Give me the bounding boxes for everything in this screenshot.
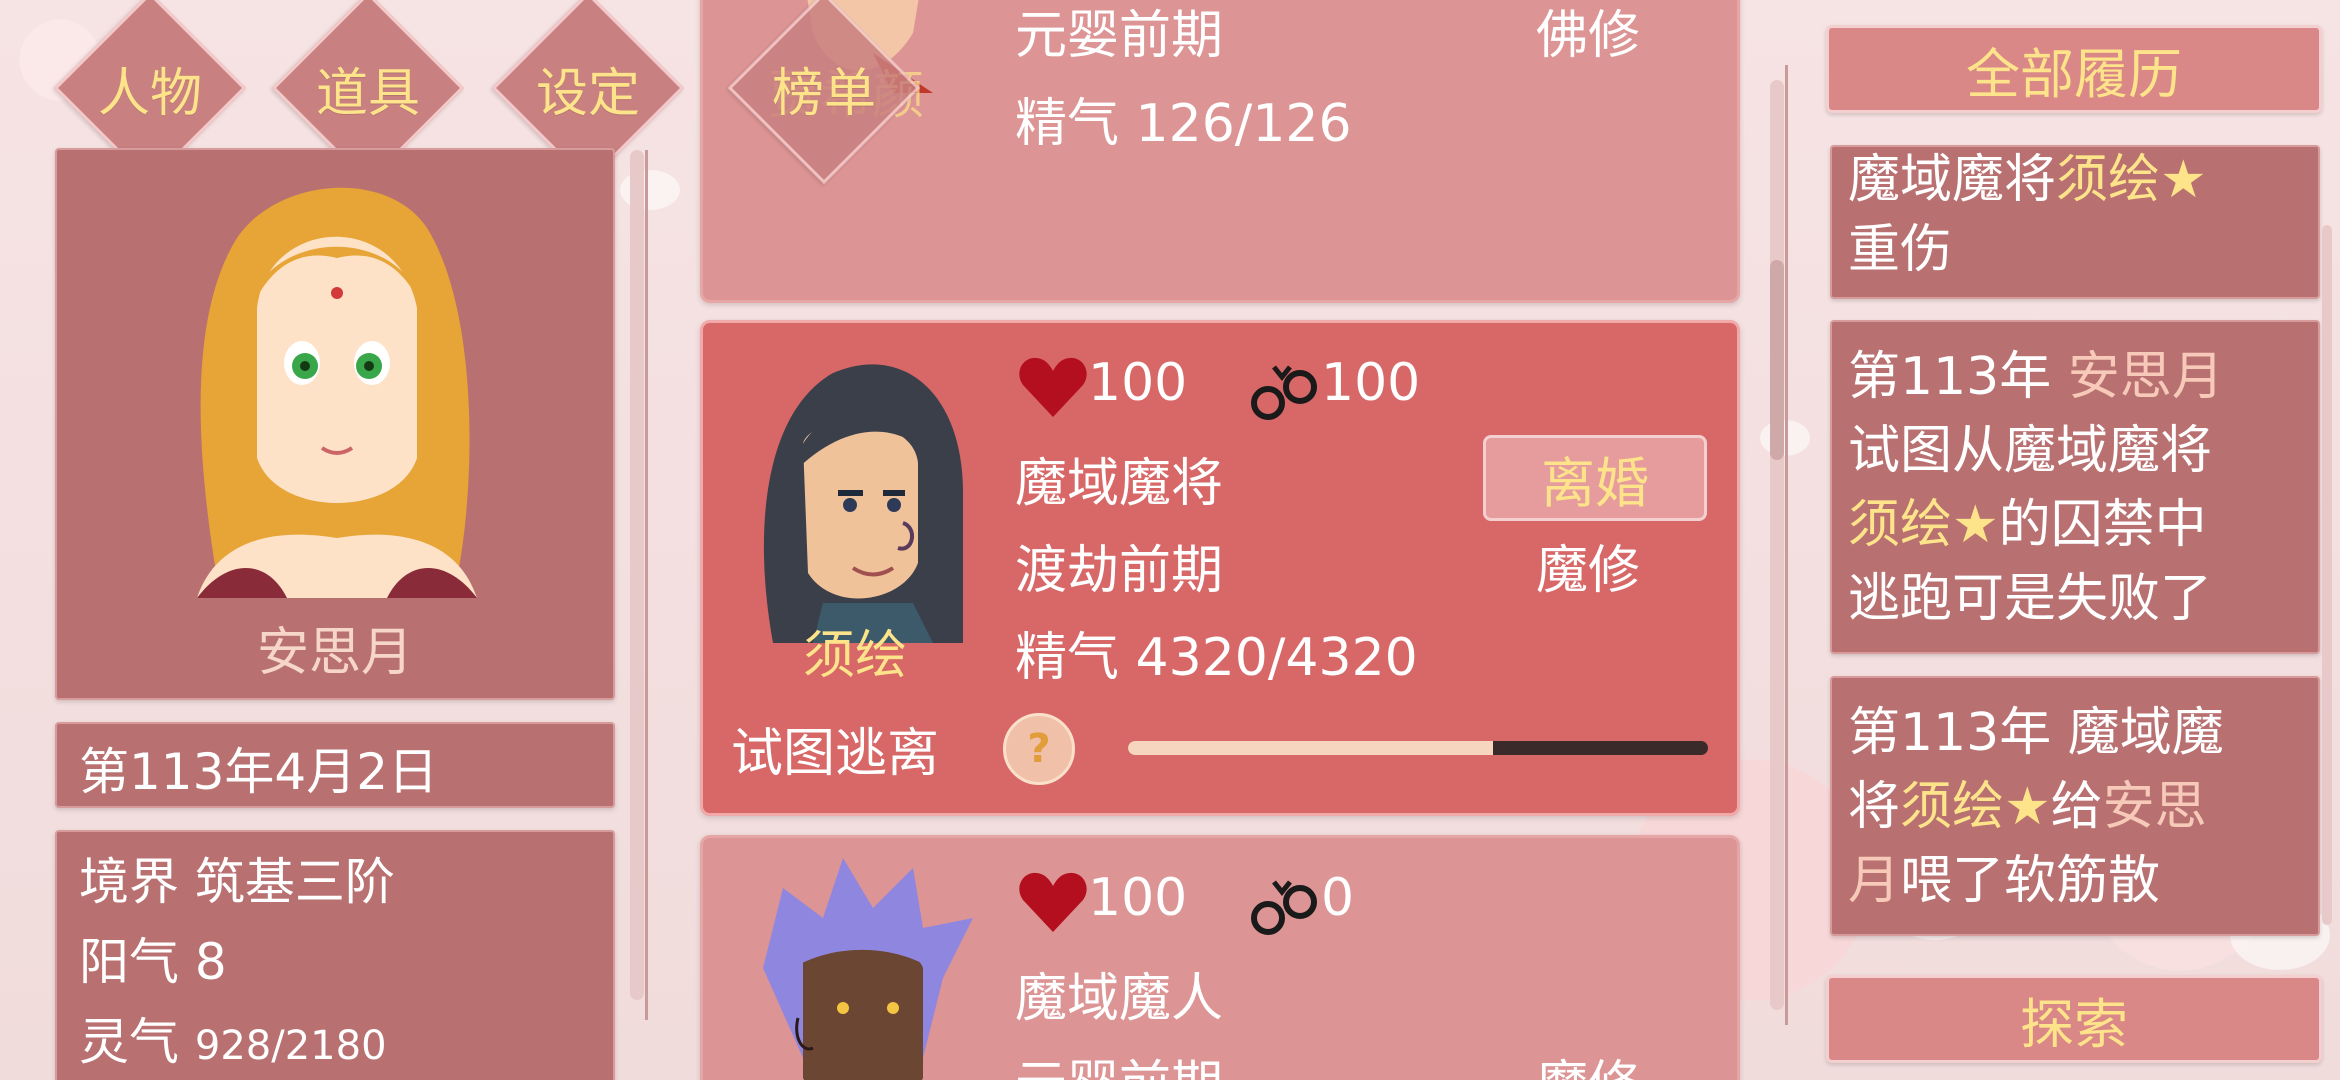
help-button[interactable]: ?: [1003, 713, 1075, 785]
companion-cult: 魔修: [1536, 1043, 1640, 1080]
spouse-cult: 佛修: [1536, 6, 1641, 66]
scroll-guide: [1785, 65, 1788, 1025]
companion-portrait: [763, 858, 973, 1080]
petal-decoration: [620, 170, 680, 210]
history-text: 给: [2050, 777, 2103, 837]
ling-value: 928/2180: [194, 1023, 387, 1069]
spouse-essence: 精气 126/126: [1015, 81, 1352, 156]
yang-label: 阳气: [79, 933, 179, 991]
history-line: 月喂了软筋散: [1848, 838, 2160, 913]
history-line: 试图从魔域魔将: [1848, 421, 2213, 481]
escape-progress-fill: [1128, 741, 1494, 755]
history-highlight: 安思月: [2067, 347, 2224, 407]
history-text: 将: [1848, 777, 1901, 837]
player-stats-panel: 境界 筑基三阶 阳气 8 灵气 928/2180: [55, 830, 615, 1080]
left-scrollbar[interactable]: [630, 150, 644, 1000]
essence-label: 精气: [1015, 628, 1120, 688]
history-highlight: 须绘★: [1900, 777, 2051, 837]
handcuffs-icon: [1251, 880, 1317, 935]
current-date: 第113年4月2日: [79, 743, 439, 801]
all-history-button[interactable]: 全部履历: [1826, 25, 2322, 113]
player-portrait: [197, 187, 477, 598]
menu-label: 设定: [535, 63, 640, 124]
captor-essence: 精气 4320/4320: [1015, 615, 1418, 690]
history-line: 第113年 魔域魔: [1848, 703, 2224, 763]
escape-action-label: 试图逃离: [731, 724, 940, 784]
menu-settings-button[interactable]: 设定: [491, 0, 685, 185]
affection-value: 100: [1088, 868, 1188, 928]
captor-realm: 渡劫前期: [1015, 541, 1224, 601]
heart-icon: [1019, 357, 1087, 417]
essence-label: 精气: [1015, 94, 1120, 154]
menu-label: 道具: [315, 63, 420, 124]
history-highlight: 须绘★: [1848, 495, 1999, 555]
captor-portrait: [763, 364, 963, 643]
captor-card[interactable]: 须绘 100 100 魔域魔将 离婚 渡劫前期 魔修 精气 4320/4320 …: [700, 320, 1740, 816]
captor-cult: 魔修: [1536, 541, 1641, 601]
history-line: 重伤: [1848, 220, 1953, 280]
essence-value: 4320/4320: [1135, 628, 1418, 688]
history-highlight: 须绘★: [2056, 150, 2207, 210]
realm-value: 筑基三阶: [194, 853, 395, 911]
yang-stat: 阳气 8: [79, 922, 227, 994]
middle-scrollbar-thumb[interactable]: [1770, 260, 1784, 460]
essence-value: 126/126: [1135, 94, 1352, 154]
bondage-value: 100: [1321, 353, 1421, 413]
heart-icon: [1019, 872, 1087, 932]
menu-label: 榜单: [771, 63, 876, 124]
spouse-realm: 元婴前期: [1015, 6, 1224, 66]
history-text: 魔域魔将: [1848, 150, 2057, 210]
menu-character-button[interactable]: 人物: [53, 0, 247, 185]
history-highlight: 安思: [2102, 777, 2207, 837]
history-line: 逃跑可是失败了: [1848, 569, 2213, 629]
history-entry: 第113年 魔域魔 将须绘★给安思 月喂了软筋散: [1830, 676, 2320, 936]
history-line: 魔域魔将须绘★: [1848, 147, 2207, 212]
history-entry: 第113年 安思月 试图从魔域魔将 须绘★的囚禁中 逃跑可是失败了: [1830, 320, 2320, 654]
ling-label: 灵气: [79, 1013, 179, 1071]
middle-scrollbar[interactable]: [1770, 80, 1784, 1010]
help-icon: ?: [1027, 726, 1051, 772]
realm-stat: 境界 筑基三阶: [79, 842, 395, 914]
explore-button[interactable]: 探索: [1826, 975, 2322, 1063]
history-highlight: 月: [1848, 851, 1901, 911]
escape-progress: [1128, 741, 1708, 755]
yang-value: 8: [194, 933, 227, 991]
companion-title: 魔域魔人: [1015, 969, 1224, 1029]
captor-name: 须绘: [803, 626, 908, 686]
history-text: 第113年: [1848, 347, 2068, 407]
history-line: 第113年 安思月: [1848, 334, 2224, 409]
history-line: 须绘★的囚禁中: [1848, 482, 2207, 557]
history-entry: 魔域魔将须绘★ 重伤: [1830, 145, 2320, 299]
history-line: 将须绘★给安思: [1848, 764, 2207, 839]
right-scrollbar[interactable]: [2322, 225, 2332, 925]
menu-ranking-button[interactable]: 榜单: [727, 0, 921, 185]
companion-card[interactable]: 100 0 魔域魔人 元婴前期 魔修: [700, 835, 1740, 1080]
bondage-value: 0: [1321, 868, 1355, 928]
divorce-button[interactable]: 离婚: [1483, 435, 1707, 521]
history-text: 的囚禁中: [1998, 495, 2207, 555]
scroll-guide: [645, 150, 648, 1020]
handcuffs-icon: [1251, 365, 1317, 420]
captor-title: 魔域魔将: [1015, 454, 1224, 514]
menu-label: 人物: [97, 63, 202, 124]
affection-value: 100: [1088, 353, 1188, 413]
player-name: 安思月: [256, 623, 413, 683]
realm-label: 境界: [79, 853, 179, 911]
date-panel: 第113年4月2日: [55, 722, 615, 808]
ling-stat: 灵气 928/2180: [79, 1002, 387, 1074]
player-portrait-panel[interactable]: 安思月: [55, 148, 615, 700]
history-text: 喂了软筋散: [1900, 851, 2161, 911]
companion-realm: 元婴前期: [1015, 1043, 1223, 1080]
menu-items-button[interactable]: 道具: [271, 0, 465, 185]
